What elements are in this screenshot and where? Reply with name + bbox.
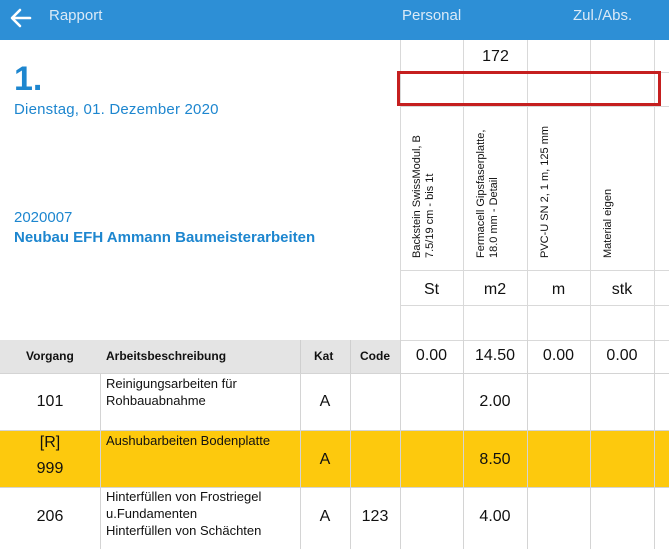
row-vorgang-tag: [R] [39,434,61,451]
grid-divider [400,340,669,341]
grid-divider [400,340,401,549]
grid-divider [463,340,464,549]
material-unit: m2 [483,281,507,298]
column-header-code: Code [360,349,390,363]
material-name[interactable]: PVC-U SN 2, 1 m, 125 mm [539,126,552,258]
row-description: Reinigungsarbeiten für Rohbauabnahme [106,376,237,408]
top-navigation-bar: Rapport Personal Zul./Abs. [0,0,669,40]
row-description: Hinterfüllen von Frostriegel u.Fundament… [106,489,262,538]
grid-divider [300,340,301,373]
project-number: 2020007 [14,209,73,226]
row-code: 123 [361,508,389,525]
row-kat: A [319,508,331,525]
grid-divider [590,340,591,549]
column-header-kat: Kat [314,349,334,363]
row-vorgang: 101 [36,393,64,410]
grid-divider [300,373,301,549]
row-kat: A [319,393,331,410]
grid-divider [527,340,528,549]
grid-divider [350,340,351,373]
grid-divider [100,373,101,549]
grid-divider [400,270,669,271]
project-name: Neubau EFH Ammann Baumeisterarbeiten [14,229,316,246]
row-quantity[interactable]: 8.50 [463,451,527,469]
nav-title[interactable]: Rapport [49,7,102,24]
report-number: 1. [14,60,43,98]
material-total: 14.50 [474,347,516,364]
material-top-value: 172 [482,48,509,65]
material-name[interactable]: Fermacell Gipsfaserplatte, 18.0 mm - Det… [475,130,501,258]
row-kat: A [319,451,331,468]
material-unit: St [423,281,440,298]
material-unit: m [551,281,566,298]
row-vorgang: 206 [36,508,64,525]
grid-divider [400,305,669,306]
tab-personal[interactable]: Personal [402,7,461,24]
row-quantity[interactable]: 2.00 [463,393,527,411]
report-date: Dienstag, 01. Dezember 2020 [14,101,219,118]
row-vorgang: 999 [36,460,64,477]
column-header-beschreibung: Arbeitsbeschreibung [106,349,227,363]
tab-zul-abs[interactable]: Zul./Abs. [573,7,632,24]
row-description: Aushubarbeiten Bodenplatte [106,433,271,448]
material-name[interactable]: Material eigen [602,189,615,258]
row-quantity[interactable]: 4.00 [463,508,527,526]
material-total: 0.00 [606,347,638,364]
material-total: 0.00 [415,347,448,364]
material-name[interactable]: Backstein SwissModul, B 7.5/19 cm - bis … [411,135,437,258]
grid-divider [654,340,655,549]
grid-divider [400,106,669,107]
material-total: 0.00 [542,347,575,364]
arrow-left-icon[interactable] [8,5,34,31]
material-unit: stk [611,281,633,298]
column-header-vorgang: Vorgang [26,349,74,363]
grid-divider [350,373,351,549]
selected-row-outline [397,71,661,106]
